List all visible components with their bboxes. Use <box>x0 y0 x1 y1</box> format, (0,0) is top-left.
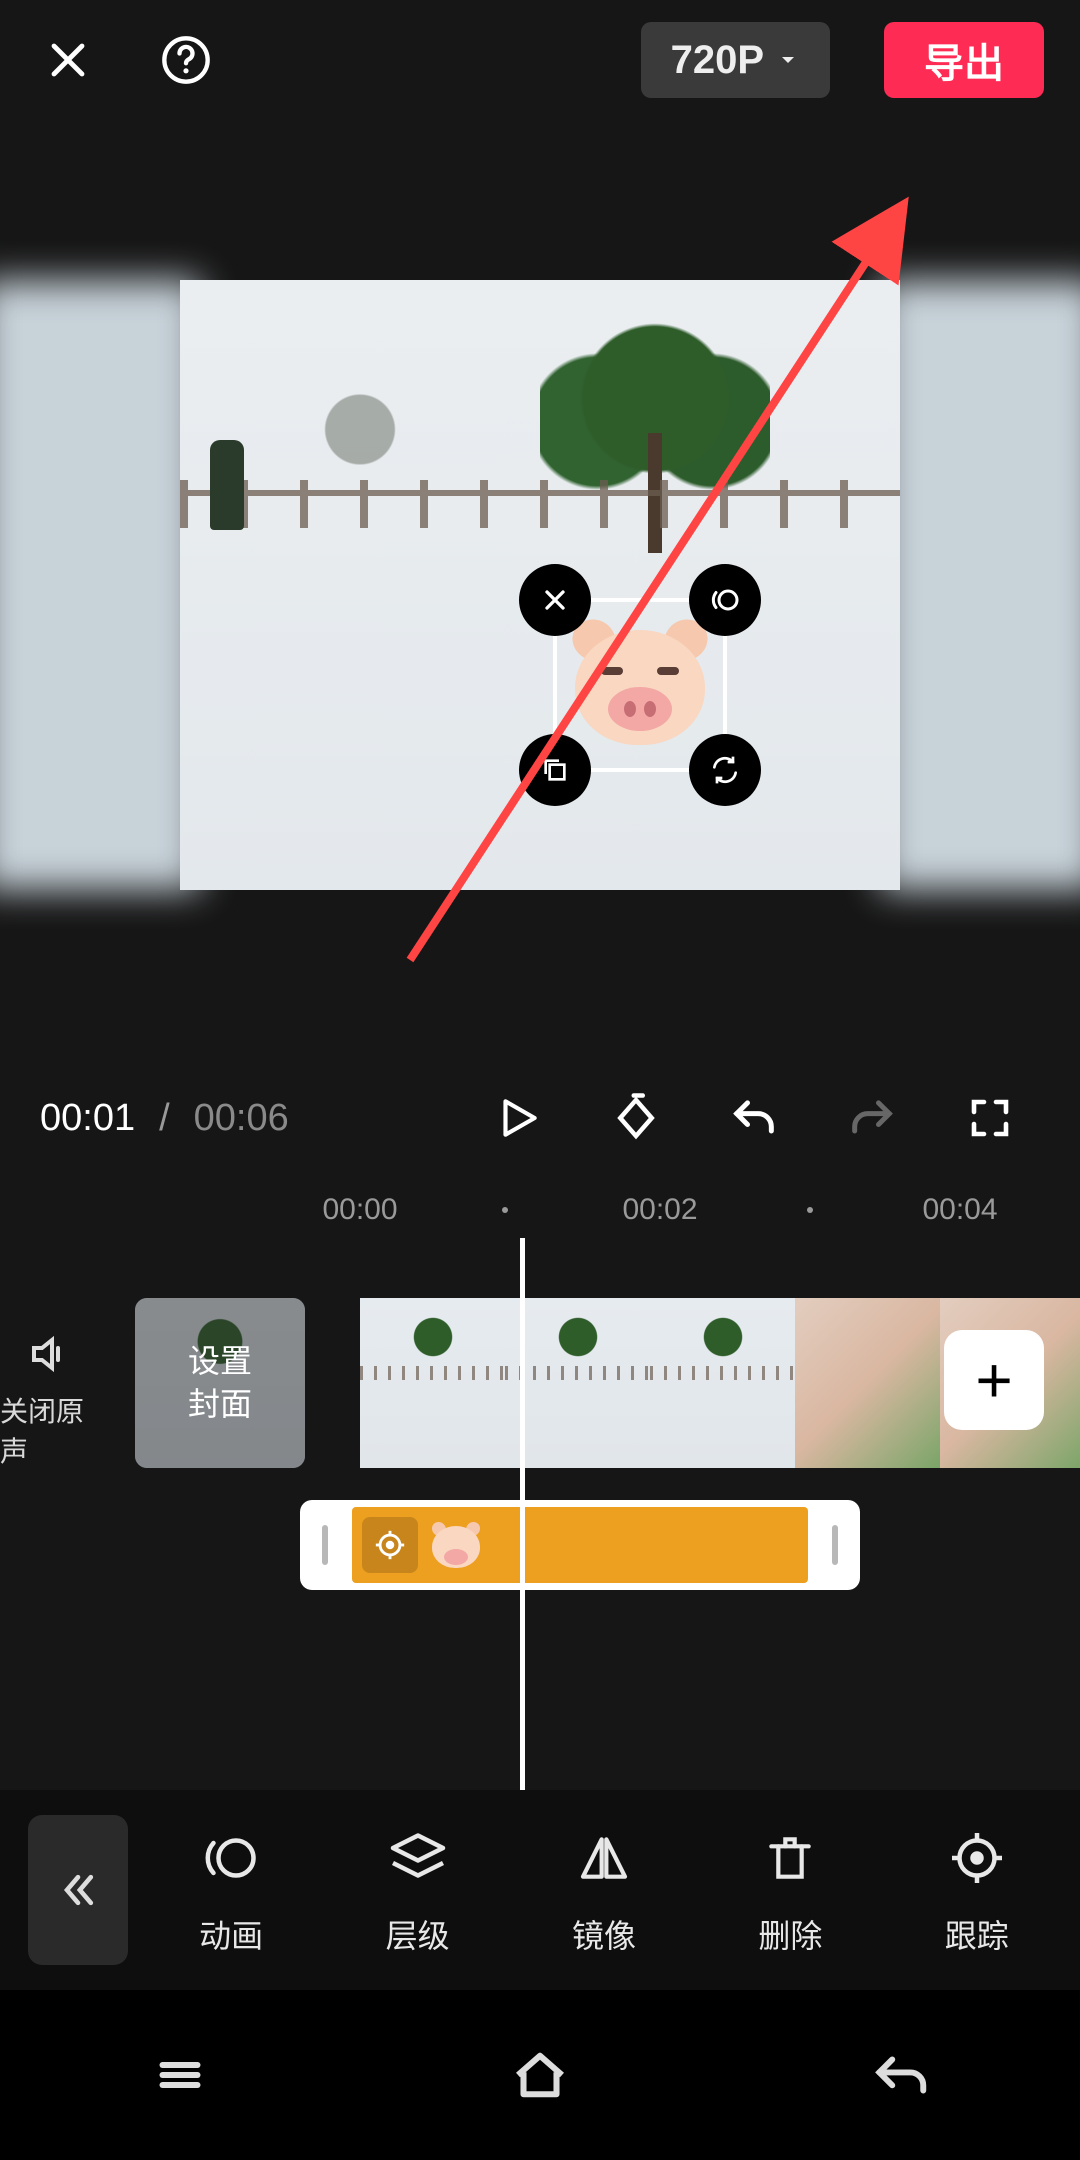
preview-area <box>0 280 1080 890</box>
back-icon <box>869 2044 931 2106</box>
sticker-delete-handle[interactable] <box>519 564 591 636</box>
tool-label: 动画 <box>199 1911 263 1957</box>
ruler-mark: 00:04 <box>922 1193 997 1227</box>
sticker-selection[interactable] <box>525 570 755 800</box>
animation-icon <box>196 1823 266 1893</box>
time-ruler[interactable]: 00:00 00:02 00:04 <box>0 1180 1080 1240</box>
ruler-dot <box>807 1207 813 1213</box>
home-icon <box>507 2042 573 2108</box>
tracking-badge <box>362 1517 418 1573</box>
set-cover-button[interactable]: 设置 封面 <box>135 1298 305 1468</box>
copy-icon <box>539 754 571 786</box>
motion-icon <box>707 582 743 618</box>
mirror-icon <box>569 1823 639 1893</box>
crosshair-icon <box>942 1823 1012 1893</box>
tool-mirror[interactable]: 镜像 <box>569 1823 639 1957</box>
mute-label: 关闭原声 <box>0 1390 100 1470</box>
keyframe-button[interactable] <box>594 1076 678 1160</box>
system-nav-bar <box>0 1990 1080 2160</box>
play-button[interactable] <box>476 1076 560 1160</box>
preview-blur-right <box>880 280 1080 890</box>
help-button[interactable] <box>154 28 218 92</box>
total-time: 00:06 <box>194 1097 289 1140</box>
trash-icon <box>755 1823 825 1893</box>
chevrons-left-icon <box>56 1868 100 1912</box>
clip-thumbnail[interactable] <box>360 1298 505 1468</box>
sticker-track-clip[interactable] <box>300 1500 860 1590</box>
scene-element <box>180 480 900 528</box>
sticker-clip-body[interactable] <box>352 1507 808 1583</box>
nav-home[interactable] <box>495 2030 585 2120</box>
tool-layer[interactable]: 层级 <box>383 1823 453 1957</box>
time-separator: / <box>153 1097 176 1140</box>
tool-label: 跟踪 <box>945 1911 1009 1957</box>
sticker-rotate-handle[interactable] <box>689 734 761 806</box>
bottom-toolbar: 动画 层级 镜像 删除 <box>0 1790 1080 1990</box>
clip-thumbnail[interactable] <box>650 1298 795 1468</box>
tool-label: 层级 <box>386 1911 450 1957</box>
layer-icon <box>383 1823 453 1893</box>
speaker-icon <box>26 1330 74 1378</box>
clip-trim-left[interactable] <box>300 1500 350 1590</box>
tool-tracking[interactable]: 跟踪 <box>942 1823 1012 1957</box>
close-button[interactable] <box>36 28 100 92</box>
export-label: 导出 <box>924 31 1004 89</box>
chevron-down-icon <box>776 48 800 72</box>
close-icon <box>539 584 571 616</box>
undo-button[interactable] <box>712 1076 796 1160</box>
ruler-mark: 00:02 <box>622 1193 697 1227</box>
fullscreen-icon <box>966 1094 1014 1142</box>
timeline-area: 关闭原声 设置 封面 + <box>0 1250 1080 1850</box>
clip-trim-right[interactable] <box>810 1500 860 1590</box>
cover-label-line1: 设置 <box>188 1340 252 1383</box>
add-clip-button[interactable]: + <box>944 1330 1044 1430</box>
redo-button[interactable] <box>830 1076 914 1160</box>
plus-icon: + <box>975 1343 1012 1417</box>
clip-thumbnail[interactable] <box>505 1298 650 1468</box>
tool-delete[interactable]: 删除 <box>755 1823 825 1957</box>
mute-original-audio[interactable]: 关闭原声 <box>0 1330 100 1470</box>
pig-sticker[interactable] <box>565 615 715 755</box>
redo-icon <box>846 1092 898 1144</box>
clip-thumbnail[interactable] <box>795 1298 940 1468</box>
current-time: 00:01 <box>40 1097 135 1140</box>
rotate-icon <box>709 754 741 786</box>
tool-label: 删除 <box>758 1911 822 1957</box>
scene-element <box>300 380 420 490</box>
menu-icon <box>150 2045 210 2105</box>
transport-bar: 00:01 / 00:06 <box>0 1076 1080 1160</box>
header-bar: 720P 导出 <box>0 0 1080 120</box>
tool-label: 镜像 <box>572 1911 636 1957</box>
crosshair-icon <box>373 1528 407 1562</box>
nav-recent[interactable] <box>135 2030 225 2120</box>
nav-back[interactable] <box>855 2030 945 2120</box>
ruler-mark: 00:00 <box>322 1193 397 1227</box>
toolbar-collapse-button[interactable] <box>28 1815 128 1965</box>
resolution-dropdown[interactable]: 720P <box>641 22 830 98</box>
resolution-label: 720P <box>671 38 764 83</box>
sticker-copy-handle[interactable] <box>519 734 591 806</box>
tool-animation[interactable]: 动画 <box>196 1823 266 1957</box>
keyframe-icon <box>609 1091 663 1145</box>
cover-label-line2: 封面 <box>188 1383 252 1426</box>
ruler-dot <box>502 1207 508 1213</box>
undo-icon <box>728 1092 780 1144</box>
pig-sticker-icon <box>430 1522 482 1568</box>
playhead[interactable] <box>520 1238 525 1868</box>
sticker-motion-handle[interactable] <box>689 564 761 636</box>
export-button[interactable]: 导出 <box>884 22 1044 98</box>
play-icon <box>493 1093 543 1143</box>
preview-blur-left <box>0 280 200 890</box>
fullscreen-button[interactable] <box>948 1076 1032 1160</box>
scene-element <box>210 440 244 530</box>
